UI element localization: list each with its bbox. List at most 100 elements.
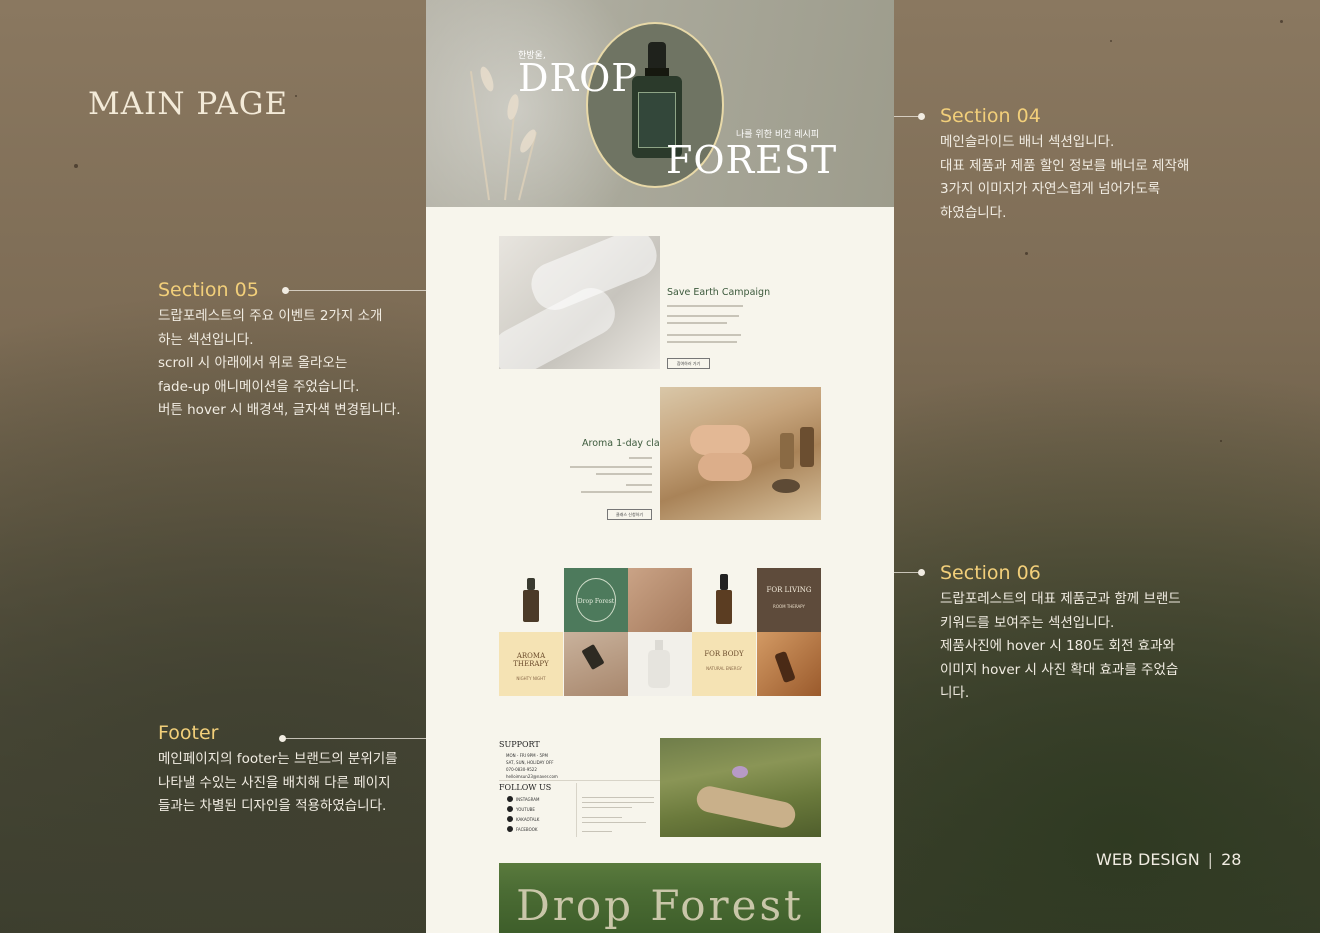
product-tile-oil[interactable] bbox=[499, 568, 563, 632]
bottle bbox=[716, 590, 732, 624]
text-line bbox=[582, 817, 622, 818]
leader-dot bbox=[918, 113, 925, 120]
dropper-neck bbox=[645, 68, 669, 76]
footer-photo-woman bbox=[660, 738, 821, 837]
paper-speck bbox=[1220, 440, 1222, 442]
support-hours: MON - FRI 9PM - 5PM bbox=[506, 753, 548, 758]
annotation-line: 대표 제품과 제품 할인 정보를 배너로 제작해 bbox=[940, 157, 1190, 174]
product-tile-spray[interactable] bbox=[757, 632, 821, 696]
annotation-section06: Section 06 드랍포레스트의 대표 제품군과 함께 브랜드 키워드를 보… bbox=[940, 561, 1200, 706]
leader-line bbox=[283, 738, 426, 739]
product-tile-shoulder[interactable] bbox=[628, 568, 692, 632]
text-line bbox=[667, 341, 737, 343]
social-link[interactable]: INSTAGRAM bbox=[516, 797, 539, 802]
bottle-cap bbox=[720, 574, 728, 590]
leader-line bbox=[894, 116, 920, 117]
text-line bbox=[570, 466, 652, 468]
product-tile-body[interactable]: FOR BODY NATURAL ENERGY bbox=[692, 632, 756, 696]
annotation-title: Section 04 bbox=[940, 105, 1041, 127]
product-tile-oil2[interactable] bbox=[692, 568, 756, 632]
annotation-line: 하였습니다. bbox=[940, 204, 1007, 221]
event2-button[interactable]: 클래스 신청하기 bbox=[607, 509, 652, 520]
annotation-line: 버튼 hover 시 배경색, 글자색 변경됩니다. bbox=[158, 402, 401, 418]
text-line bbox=[667, 334, 741, 336]
body-title: FOR BODY bbox=[704, 650, 744, 658]
text-line bbox=[626, 484, 652, 486]
body-sub: NATURAL ENERGY bbox=[706, 666, 742, 671]
page-title: MAIN PAGE bbox=[88, 86, 289, 122]
support-heading: SUPPORT bbox=[499, 740, 540, 749]
hero-word-forest: FOREST bbox=[666, 138, 838, 182]
annotation-line: 들과는 차별된 디자인을 적용하였습니다. bbox=[158, 798, 387, 814]
text-line bbox=[582, 802, 654, 803]
text-line bbox=[596, 473, 652, 475]
event-photo-class bbox=[660, 387, 821, 520]
text-line bbox=[582, 831, 612, 832]
paper-speck bbox=[1280, 20, 1283, 23]
follow-heading: FOLLOW US bbox=[499, 783, 552, 792]
paper-speck bbox=[74, 164, 78, 168]
flower-shape bbox=[732, 766, 748, 778]
hand-shape bbox=[698, 453, 752, 481]
annotation-line: 제품사진에 hover 시 180도 회전 효과와 bbox=[940, 638, 1175, 654]
youtube-icon[interactable] bbox=[507, 806, 513, 812]
text-line bbox=[582, 797, 654, 798]
pump-shape bbox=[655, 640, 663, 650]
woman-shape bbox=[694, 783, 798, 831]
footer-divider bbox=[499, 780, 660, 781]
text-line bbox=[582, 822, 646, 823]
paper-speck bbox=[295, 95, 297, 97]
facebook-icon[interactable] bbox=[507, 826, 513, 832]
annotation-line: 메인슬라이드 배너 섹션입니다. bbox=[940, 134, 1115, 150]
annotation-line: scroll 시 아래에서 위로 올라오는 bbox=[158, 355, 348, 371]
text-line bbox=[629, 457, 652, 459]
product-tile-lotion[interactable] bbox=[628, 632, 692, 696]
social-link[interactable]: YOUTUBE bbox=[516, 807, 535, 812]
annotation-line: 3가지 이미지가 자연스럽게 넘어가도록 bbox=[940, 181, 1161, 197]
aroma-sub: NIGHTY NIGHT bbox=[516, 676, 546, 681]
leader-line bbox=[286, 290, 426, 291]
event-photo-bottles bbox=[499, 236, 660, 369]
website-mockup: 한방울, DROP 나를 위한 비건 레시피 FOREST Save Earth… bbox=[426, 0, 894, 933]
annotation-title: Section 06 bbox=[940, 562, 1041, 584]
product-tile-dropper[interactable] bbox=[564, 632, 628, 696]
text-line bbox=[667, 305, 743, 307]
social-link[interactable]: KAKAOTALK bbox=[516, 817, 539, 822]
instagram-icon[interactable] bbox=[507, 796, 513, 802]
social-link[interactable]: FACEBOOK bbox=[516, 827, 538, 832]
annotation-line: fade-up 애니메이션을 주었습니다. bbox=[158, 378, 360, 395]
leader-line bbox=[894, 572, 920, 573]
bowl-shape bbox=[772, 479, 800, 493]
text-line bbox=[582, 807, 632, 808]
jar-shape bbox=[800, 427, 814, 467]
product-tile-badge[interactable]: Drop Forest bbox=[564, 568, 628, 632]
annotation-line: 키워드를 보여주는 섹션입니다. bbox=[940, 614, 1115, 631]
footer-label: WEB DESIGN | 28 bbox=[1096, 850, 1242, 869]
annotation-line: 메인페이지의 footer는 브랜드의 분위기를 bbox=[158, 751, 398, 767]
paper-speck bbox=[1110, 40, 1112, 42]
annotation-line: 드랍포레스트의 주요 이벤트 2가지 소개 bbox=[158, 308, 383, 324]
annotation-section05: Section 05 드랍포레스트의 주요 이벤트 2가지 소개 하는 섹션입니… bbox=[158, 278, 408, 423]
event1-button[interactable]: 참여하러 가기 bbox=[667, 358, 710, 369]
footer-label-text: WEB DESIGN bbox=[1096, 850, 1200, 869]
brand-badge-text: Drop Forest bbox=[577, 598, 615, 605]
living-title: FOR LIVING bbox=[766, 586, 812, 594]
hand-shape bbox=[690, 425, 750, 455]
annotation-line: 하는 섹션입니다. bbox=[158, 331, 254, 348]
kakaotalk-icon[interactable] bbox=[507, 816, 513, 822]
page-number: 28 bbox=[1221, 850, 1242, 869]
aroma-title: AROMA THERAPY bbox=[513, 652, 549, 668]
product-tile-living[interactable]: FOR LIVING ROOM THERAPY bbox=[757, 568, 821, 632]
support-phone: 070-0830-9522 bbox=[506, 767, 537, 772]
dropper-shape bbox=[581, 643, 605, 671]
leader-dot bbox=[918, 569, 925, 576]
annotation-line: 니다. bbox=[940, 685, 970, 701]
annotation-section04: Section 04 메인슬라이드 배너 섹션입니다. 대표 제품과 제품 할인… bbox=[940, 104, 1200, 225]
event2-title: Aroma 1-day class bbox=[582, 438, 670, 449]
spray-bottle bbox=[774, 650, 796, 684]
event1-title: Save Earth Campaign bbox=[667, 287, 771, 298]
lotion-bottle bbox=[648, 650, 670, 688]
paper-speck bbox=[1025, 252, 1028, 255]
support-email: helloimsun23@naver.com bbox=[506, 774, 558, 779]
product-tile-aroma[interactable]: AROMA THERAPY NIGHTY NIGHT bbox=[499, 632, 563, 696]
